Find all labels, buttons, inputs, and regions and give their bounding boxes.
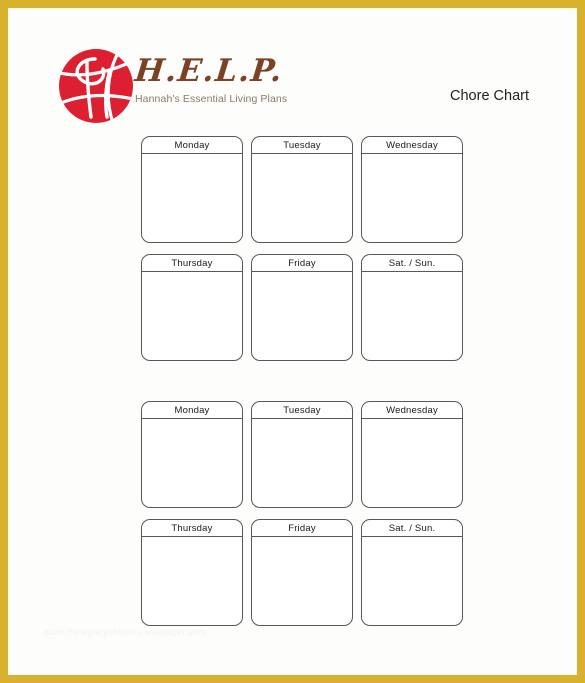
day-write-area[interactable] — [362, 419, 462, 507]
day-row: Monday Tuesday Wednesday — [141, 401, 463, 508]
day-write-area[interactable] — [362, 537, 462, 625]
brand-wordmark: H.E.L.P. Hannah's Essential Living Plans — [133, 51, 315, 106]
day-label: Monday — [142, 137, 242, 154]
day-label: Monday — [142, 402, 242, 419]
day-label: Friday — [252, 255, 352, 272]
page-frame: H.E.L.P. Hannah's Essential Living Plans… — [0, 0, 585, 683]
day-box-wednesday[interactable]: Wednesday — [361, 136, 463, 243]
brand-tagline: Hannah's Essential Living Plans — [135, 93, 288, 105]
day-write-area[interactable] — [252, 272, 352, 360]
brand-logo: H.E.L.P. Hannah's Essential Living Plans — [57, 47, 317, 133]
day-box-monday[interactable]: Monday — [141, 136, 243, 243]
day-write-area[interactable] — [252, 537, 352, 625]
day-write-area[interactable] — [142, 154, 242, 242]
brand-name: H.E.L.P. — [133, 53, 285, 89]
page-canvas: H.E.L.P. Hannah's Essential Living Plans… — [8, 8, 577, 675]
day-write-area[interactable] — [142, 272, 242, 360]
day-write-area[interactable] — [142, 537, 242, 625]
day-box-weekend[interactable]: Sat. / Sun. — [361, 254, 463, 361]
help-basketball-logo-icon — [57, 47, 135, 125]
row-spacer — [141, 508, 463, 519]
day-box-wednesday[interactable]: Wednesday — [361, 401, 463, 508]
day-write-area[interactable] — [252, 419, 352, 507]
day-label: Sat. / Sun. — [362, 255, 462, 272]
day-label: Wednesday — [362, 402, 462, 419]
day-label: Thursday — [142, 255, 242, 272]
watermark-text: www.thelegacyofmoms.wallpaper.com — [44, 627, 206, 637]
day-box-tuesday[interactable]: Tuesday — [251, 401, 353, 508]
day-box-thursday[interactable]: Thursday — [141, 254, 243, 361]
row-spacer — [141, 243, 463, 254]
day-label: Wednesday — [362, 137, 462, 154]
day-box-tuesday[interactable]: Tuesday — [251, 136, 353, 243]
day-box-friday[interactable]: Friday — [251, 519, 353, 626]
document-header: H.E.L.P. Hannah's Essential Living Plans… — [10, 10, 575, 136]
day-row: Thursday Friday Sat. / Sun. — [141, 519, 463, 626]
day-box-thursday[interactable]: Thursday — [141, 519, 243, 626]
chore-chart-week-1: Monday Tuesday Wednesday Thursday Friday… — [141, 136, 463, 361]
day-write-area[interactable] — [252, 154, 352, 242]
day-label: Friday — [252, 520, 352, 537]
day-box-monday[interactable]: Monday — [141, 401, 243, 508]
page-title: Chore Chart — [450, 88, 529, 104]
day-box-friday[interactable]: Friday — [251, 254, 353, 361]
day-label: Tuesday — [252, 402, 352, 419]
day-row: Thursday Friday Sat. / Sun. — [141, 254, 463, 361]
day-write-area[interactable] — [142, 419, 242, 507]
day-write-area[interactable] — [362, 154, 462, 242]
day-label: Thursday — [142, 520, 242, 537]
day-box-weekend[interactable]: Sat. / Sun. — [361, 519, 463, 626]
day-label: Tuesday — [252, 137, 352, 154]
day-write-area[interactable] — [362, 272, 462, 360]
day-label: Sat. / Sun. — [362, 520, 462, 537]
day-row: Monday Tuesday Wednesday — [141, 136, 463, 243]
chore-chart-week-2: Monday Tuesday Wednesday Thursday Friday… — [141, 401, 463, 626]
